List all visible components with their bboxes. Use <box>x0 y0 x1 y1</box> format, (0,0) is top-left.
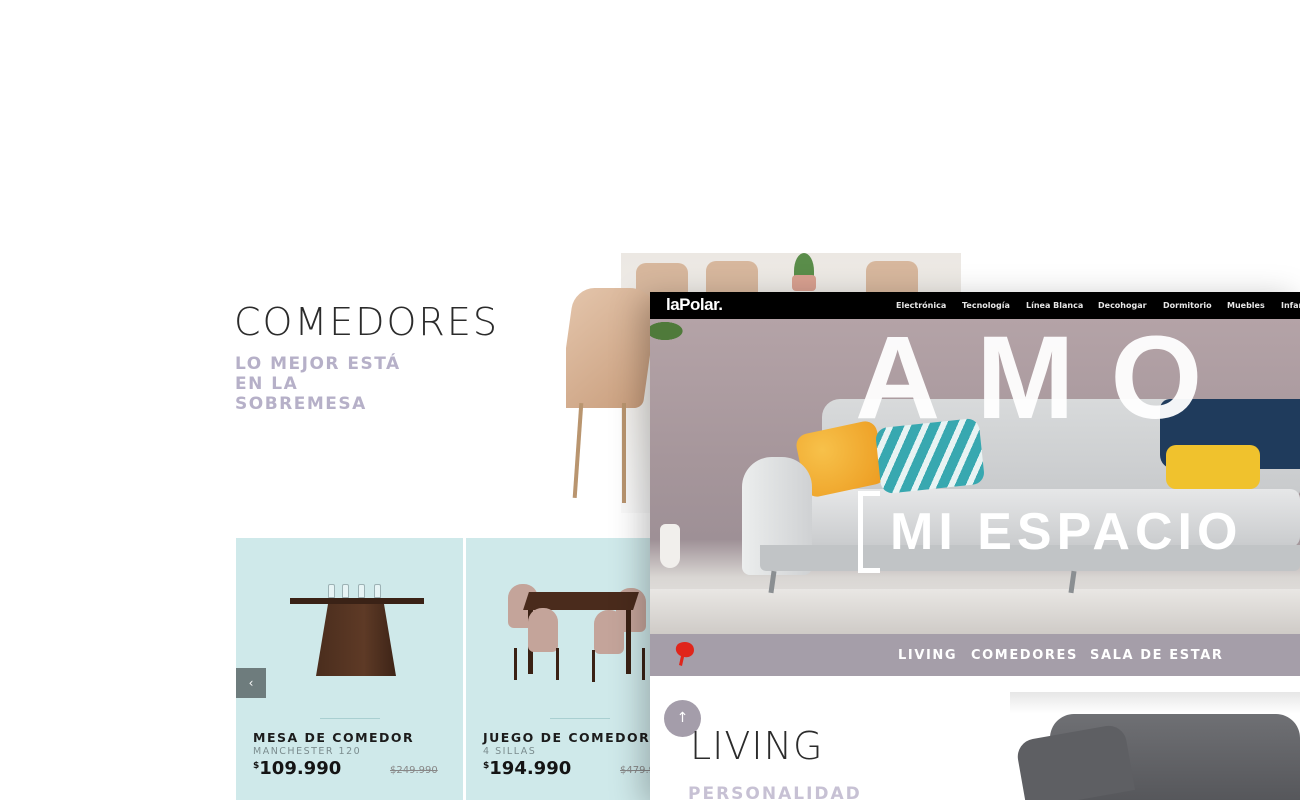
product-variant: MANCHESTER 120 <box>253 746 362 757</box>
product-old-price: $249.990 <box>390 765 438 776</box>
chevron-left-icon: ‹ <box>248 676 254 690</box>
nav-item-muebles[interactable]: Muebles <box>1227 301 1265 310</box>
nav-item-infantil[interactable]: Infan <box>1281 301 1300 310</box>
hero-headline: AMO <box>855 319 1239 444</box>
section-title: LIVING <box>690 724 824 768</box>
lapolar-page: laPolar. Electrónica Tecnología Línea Bl… <box>650 292 1300 800</box>
page-subtitle: LO MEJOR ESTÁ EN LA SOBREMESA <box>235 354 465 414</box>
nav-item-decohogar[interactable]: Decohogar <box>1098 301 1147 310</box>
nav-item-dormitorio[interactable]: Dormitorio <box>1163 301 1212 310</box>
subtitle-line: SOBREMESA <box>235 394 367 414</box>
nav-item-linea-blanca[interactable]: Línea Blanca <box>1026 301 1083 310</box>
product-name: JUEGO DE COMEDOR <box>483 730 651 745</box>
hero-banner[interactable]: AMO MI ESPACIO <box>650 319 1300 634</box>
hero-subheadline: MI ESPACIO <box>890 503 1243 561</box>
top-nav: laPolar. Electrónica Tecnología Línea Bl… <box>650 292 1300 319</box>
subtitle-line: LO MEJOR ESTÁ <box>235 354 401 374</box>
lapolar-bear-icon <box>675 642 694 666</box>
category-living[interactable]: LIVING <box>898 648 957 663</box>
nav-item-electronica[interactable]: Electrónica <box>896 301 946 310</box>
living-sofa-photo <box>1010 692 1300 800</box>
product-name: MESA DE COMEDOR <box>253 730 415 745</box>
category-sala-de-estar[interactable]: SALA DE ESTAR <box>1090 648 1223 663</box>
page-title: COMEDORES <box>234 300 499 344</box>
category-nav: LIVING COMEDORES SALA DE ESTAR <box>650 634 1300 676</box>
nav-item-tecnologia[interactable]: Tecnología <box>962 301 1010 310</box>
product-card[interactable]: MESA DE COMEDOR MANCHESTER 120 $109.990 … <box>236 538 463 800</box>
product-variant: 4 SILLAS <box>483 746 537 757</box>
product-price: $194.990 <box>483 758 572 779</box>
subtitle-line: EN LA <box>235 374 299 394</box>
category-comedores[interactable]: COMEDORES <box>971 648 1078 663</box>
bracket-decoration <box>858 491 880 573</box>
lapolar-logo[interactable]: laPolar. <box>666 295 723 315</box>
arrow-up-icon: ↑ <box>676 710 689 726</box>
product-price: $109.990 <box>253 758 342 779</box>
section-subtitle: PERSONALIDAD <box>688 784 862 800</box>
carousel-prev-button[interactable]: ‹ <box>236 668 266 698</box>
